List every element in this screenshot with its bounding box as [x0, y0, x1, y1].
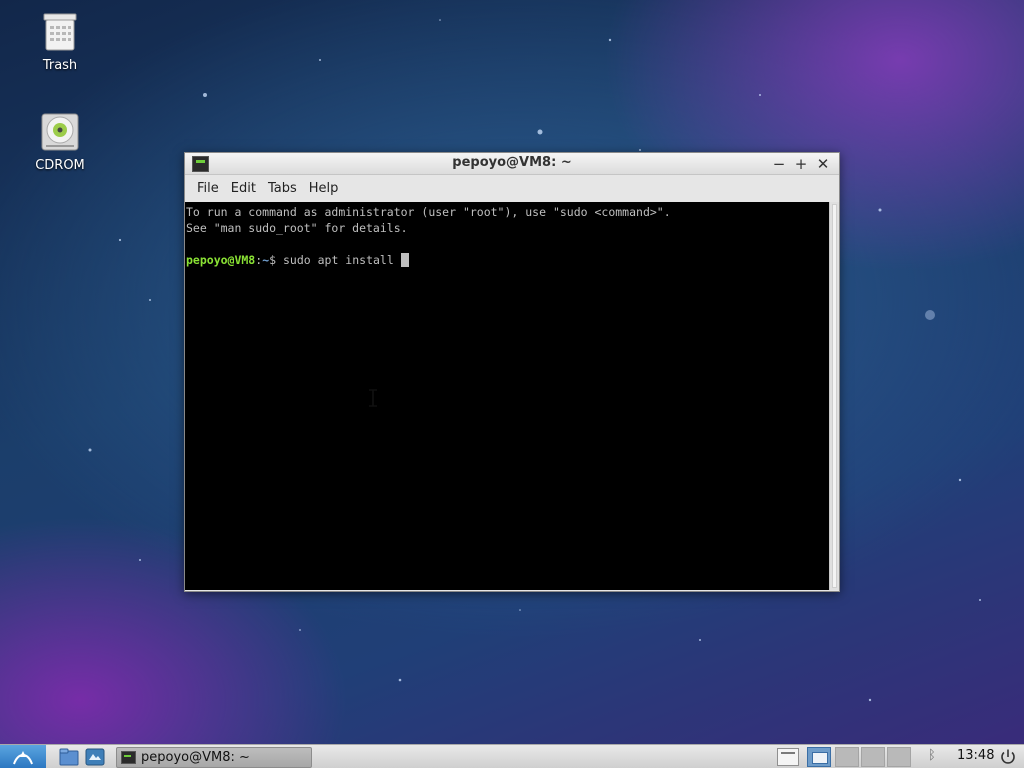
terminal-output[interactable]: To run a command as administrator (user … — [185, 202, 829, 590]
start-menu-icon — [13, 751, 33, 765]
trash-icon — [43, 13, 77, 51]
power-icon[interactable] — [999, 748, 1017, 766]
minimize-button[interactable]: − — [769, 154, 789, 174]
desktop-cdrom[interactable]: CDROM — [10, 110, 110, 173]
scrollbar-thumb[interactable] — [832, 204, 837, 588]
workspace-1[interactable] — [807, 747, 831, 767]
close-button[interactable]: ✕ — [813, 154, 833, 174]
workspace-3[interactable] — [861, 747, 885, 767]
terminal-line: See "man sudo_root" for details. — [186, 221, 408, 235]
window-title: pepoyo@VM8: ~ — [452, 155, 572, 170]
text-cursor — [400, 253, 409, 267]
ibeam-cursor-icon — [369, 389, 377, 407]
taskbar-task-terminal[interactable]: pepoyo@VM8: ~ — [116, 747, 312, 768]
prompt-user: pepoyo@VM8 — [186, 253, 256, 267]
bluetooth-icon[interactable]: ᛒ — [928, 748, 936, 763]
terminal-scrollbar[interactable] — [829, 202, 839, 590]
taskbar-task-label: pepoyo@VM8: ~ — [141, 750, 250, 765]
menu-edit[interactable]: Edit — [225, 181, 262, 196]
menu-file[interactable]: File — [191, 181, 225, 196]
show-desktop-button[interactable] — [777, 748, 799, 766]
file-manager-icon[interactable] — [59, 748, 79, 766]
command-input[interactable]: sudo apt install — [283, 253, 401, 267]
terminal-prompt-line: pepoyo@VM8:~$ sudo apt install — [186, 252, 828, 268]
menu-help[interactable]: Help — [303, 181, 345, 196]
browser-icon[interactable] — [85, 748, 105, 766]
terminal-line: To run a command as administrator (user … — [186, 205, 671, 219]
terminal-window[interactable]: pepoyo@VM8: ~ − + ✕ File Edit Tabs Help … — [184, 152, 840, 592]
prompt-symbol: $ — [269, 253, 283, 267]
menu-tabs[interactable]: Tabs — [262, 181, 303, 196]
start-menu-button[interactable] — [0, 745, 46, 768]
desktop-icon-label: Trash — [42, 58, 78, 73]
workspace-4[interactable] — [887, 747, 911, 767]
cdrom-icon — [41, 113, 79, 151]
workspace-2[interactable] — [835, 747, 859, 767]
desktop-icon-label: CDROM — [35, 158, 85, 173]
taskbar: pepoyo@VM8: ~ ᛒ 13:48 — [0, 744, 1024, 768]
desktop-trash[interactable]: Trash — [10, 10, 110, 73]
maximize-button[interactable]: + — [791, 154, 811, 174]
menubar: File Edit Tabs Help — [185, 175, 839, 201]
terminal-icon — [121, 751, 136, 764]
window-titlebar[interactable]: pepoyo@VM8: ~ − + ✕ — [185, 153, 839, 175]
clock[interactable]: 13:48 — [957, 748, 994, 763]
